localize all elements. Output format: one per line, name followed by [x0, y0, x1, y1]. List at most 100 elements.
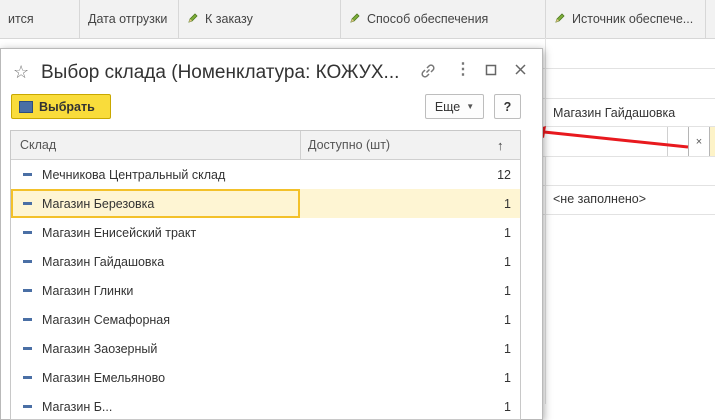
- bg-row-divider: [541, 68, 715, 69]
- bg-column-header-ship-date[interactable]: Дата отгрузки: [79, 0, 178, 38]
- dropdown-arrow-icon: ▼: [466, 102, 475, 111]
- available-quantity: 1: [504, 254, 511, 269]
- more-menu-icon[interactable]: ⋮: [455, 62, 471, 78]
- pencil-icon: [187, 12, 199, 27]
- close-icon[interactable]: [514, 63, 527, 79]
- row-item-icon: [23, 289, 32, 292]
- warehouse-cell[interactable]: Магазин Заозерный: [11, 334, 300, 363]
- warehouse-cell[interactable]: Магазин Б...: [11, 392, 300, 419]
- table-row[interactable]: Мечникова Центральный склад 12: [11, 160, 520, 189]
- row-item-icon: [23, 260, 32, 263]
- row-item-icon: [23, 202, 32, 205]
- bg-column-header-extra: [705, 0, 715, 38]
- row-item-icon: [23, 347, 32, 350]
- warehouse-name: Магазин Заозерный: [42, 341, 158, 356]
- warehouse-name: Магазин Емельяново: [42, 370, 166, 385]
- more-button-label: Еще: [434, 99, 461, 114]
- available-cell[interactable]: 1: [300, 189, 520, 218]
- bg-column-label: Дата отгрузки: [88, 12, 168, 26]
- bg-row-divider: [541, 214, 715, 215]
- table-row[interactable]: Магазин Енисейский тракт 1: [11, 218, 520, 247]
- warehouse-name: Магазин Гайдашовка: [42, 254, 165, 269]
- bg-column-label: К заказу: [205, 12, 253, 26]
- row-item-icon: [23, 376, 32, 379]
- warehouse-cell[interactable]: Магазин Семафорная: [11, 305, 300, 334]
- available-quantity: 12: [497, 167, 511, 182]
- bg-row-divider: [541, 156, 715, 157]
- header-divider: [300, 131, 301, 159]
- select-table-icon: [19, 100, 33, 113]
- annotation-arrow: [531, 126, 689, 149]
- available-cell[interactable]: 1: [300, 218, 520, 247]
- available-cell[interactable]: 1: [300, 247, 520, 276]
- select-button[interactable]: Выбрать: [11, 94, 111, 119]
- pencil-icon: [349, 12, 361, 27]
- bg-column-label: Источник обеспече...: [572, 12, 694, 26]
- row-item-icon: [23, 318, 32, 321]
- row-item-icon: [23, 405, 32, 408]
- warehouse-name: Магазин Березовка: [42, 196, 155, 211]
- help-button[interactable]: ?: [494, 94, 521, 119]
- bg-column-label: Способ обеспечения: [367, 12, 489, 26]
- available-quantity: 1: [504, 196, 511, 211]
- warehouse-cell[interactable]: Магазин Березовка: [11, 189, 300, 218]
- table-row[interactable]: Магазин Гайдашовка 1: [11, 247, 520, 276]
- column-header-warehouse[interactable]: Склад: [20, 131, 290, 159]
- available-quantity: 1: [504, 341, 511, 356]
- available-cell[interactable]: 12: [300, 160, 520, 189]
- row-item-icon: [23, 173, 32, 176]
- bg-column-header-to-order[interactable]: К заказу: [178, 0, 340, 38]
- column-header-label: Склад: [20, 138, 57, 152]
- pencil-icon: [554, 12, 566, 27]
- available-quantity: 1: [504, 283, 511, 298]
- more-button[interactable]: Еще ▼: [425, 94, 484, 119]
- warehouse-cell[interactable]: Магазин Глинки: [11, 276, 300, 305]
- available-cell[interactable]: 1: [300, 276, 520, 305]
- available-quantity: 1: [504, 312, 511, 327]
- available-cell[interactable]: 1: [300, 305, 520, 334]
- warehouse-name: Магазин Семафорная: [42, 312, 171, 327]
- available-quantity: 1: [504, 399, 511, 414]
- bg-row-divider: [541, 98, 715, 99]
- warehouse-name: Мечникова Центральный склад: [42, 167, 226, 182]
- bg-cell-empty[interactable]: <не заполнено>: [553, 192, 646, 206]
- warehouse-cell[interactable]: Магазин Гайдашовка: [11, 247, 300, 276]
- available-cell[interactable]: 1: [300, 363, 520, 392]
- warehouse-cell[interactable]: Магазин Енисейский тракт: [11, 218, 300, 247]
- column-header-label: Доступно (шт): [308, 138, 391, 152]
- bg-row-divider: [541, 185, 715, 186]
- table-row[interactable]: Магазин Б... 1: [11, 392, 520, 419]
- warehouse-name: Магазин Енисейский тракт: [42, 225, 197, 240]
- bg-column-header-supply-source[interactable]: Источник обеспече...: [545, 0, 705, 38]
- available-quantity: 1: [504, 370, 511, 385]
- column-header-available[interactable]: Доступно (шт): [308, 131, 488, 159]
- available-cell[interactable]: 1: [300, 334, 520, 363]
- bg-column-divider: [545, 38, 546, 404]
- warehouse-table[interactable]: Склад Доступно (шт) ↑ Мечникова Централь…: [10, 130, 521, 420]
- warehouse-name: Магазин Б...: [42, 399, 113, 414]
- table-row[interactable]: Магазин Заозерный 1: [11, 334, 520, 363]
- row-item-icon: [23, 231, 32, 234]
- link-icon[interactable]: [420, 63, 436, 82]
- table-row[interactable]: Магазин Семафорная 1: [11, 305, 520, 334]
- star-icon[interactable]: ☆: [13, 63, 29, 81]
- bg-selected-cell-edge: [710, 127, 715, 156]
- warehouse-cell[interactable]: Мечникова Центральный склад: [11, 160, 300, 189]
- sort-ascending-icon[interactable]: ↑: [497, 131, 511, 159]
- bg-column-label: ится: [8, 12, 34, 26]
- available-cell[interactable]: 1: [300, 392, 520, 419]
- bg-column-header-1[interactable]: ится: [0, 0, 79, 38]
- dialog-title: Выбор склада (Номенклатура: КОЖУХ...: [41, 62, 400, 83]
- table-header: Склад Доступно (шт) ↑: [11, 131, 520, 160]
- bg-cell-store[interactable]: Магазин Гайдашовка: [553, 106, 675, 120]
- warehouse-cell[interactable]: Магазин Емельяново: [11, 363, 300, 392]
- table-row[interactable]: Магазин Емельяново 1: [11, 363, 520, 392]
- select-button-label: Выбрать: [39, 99, 95, 114]
- table-row[interactable]: Магазин Глинки 1: [11, 276, 520, 305]
- table-row[interactable]: Магазин Березовка 1: [11, 189, 520, 218]
- available-quantity: 1: [504, 225, 511, 240]
- maximize-icon[interactable]: [485, 64, 497, 79]
- bg-column-header-supply-method[interactable]: Способ обеспечения: [340, 0, 545, 38]
- select-warehouse-dialog: ☆ Выбор склада (Номенклатура: КОЖУХ... ⋮…: [0, 48, 543, 420]
- warehouse-name: Магазин Глинки: [42, 283, 134, 298]
